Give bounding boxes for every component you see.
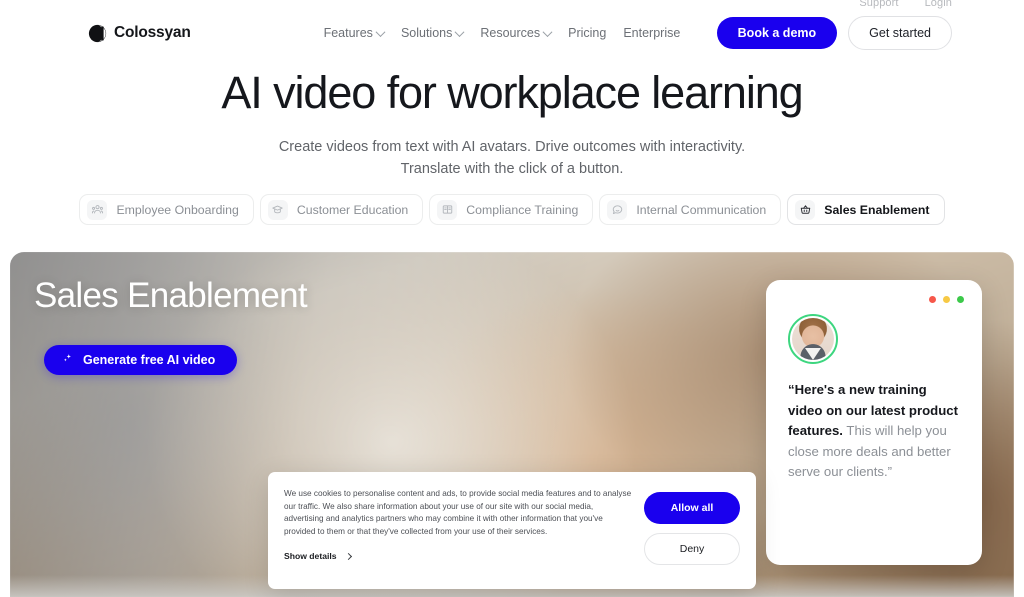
site-header: Colossyan Features Solutions Resources P…	[0, 12, 1024, 54]
nav-item-solutions[interactable]: Solutions	[400, 26, 465, 40]
chevron-down-icon	[454, 26, 465, 37]
brand-logo[interactable]: Colossyan	[88, 24, 191, 43]
nav-label: Pricing	[568, 26, 607, 40]
nav-label: Enterprise	[623, 26, 681, 40]
dot-yellow	[943, 296, 950, 303]
main-nav: Features Solutions Resources Pricing Ent…	[324, 26, 681, 40]
chevron-down-icon	[542, 26, 553, 37]
allow-all-button[interactable]: Allow all	[644, 492, 740, 524]
window-dots	[929, 296, 964, 303]
book-a-demo-button[interactable]: Book a demo	[716, 17, 838, 49]
nav-label: Solutions	[400, 26, 453, 40]
presenter-avatar-image	[792, 318, 834, 360]
page-root: Support Login Colossyan Features Solutio…	[0, 0, 1024, 597]
tab-label: Customer Education	[296, 202, 409, 217]
use-case-tabs: Employee Onboarding Customer Education C…	[0, 194, 1024, 225]
tab-compliance-training[interactable]: Compliance Training	[429, 194, 594, 225]
cookie-text-column: We use cookies to personalise content an…	[284, 488, 644, 589]
hero-subtitle-line-1: Create videos from text with AI avatars.…	[278, 139, 746, 155]
chevron-down-icon	[375, 26, 386, 37]
tab-sales-enablement[interactable]: Sales Enablement	[787, 194, 945, 225]
quote-text: “Here's a new training video on our late…	[788, 380, 960, 483]
hero-subtitle: Create videos from text with AI avatars.…	[0, 136, 1024, 180]
tab-label: Compliance Training	[466, 202, 579, 217]
hero-copy: AI video for workplace learning Create v…	[0, 64, 1024, 180]
chevron-right-icon	[344, 552, 352, 560]
brand-name: Colossyan	[114, 24, 191, 41]
nav-label: Resources	[480, 26, 541, 40]
tab-internal-communication[interactable]: Internal Communication	[599, 194, 782, 225]
cookie-consent-banner: We use cookies to personalise content an…	[268, 472, 756, 589]
colossyan-circle-logo-icon	[88, 24, 107, 43]
banner-title: Sales Enablement	[34, 276, 308, 315]
cookie-buttons: Allow all Deny	[644, 488, 740, 589]
nav-item-pricing[interactable]: Pricing	[568, 26, 606, 40]
cookie-body-text: We use cookies to personalise content an…	[284, 489, 632, 536]
hero-subtitle-line-2: Translate with the click of a button.	[400, 161, 624, 177]
tab-label: Employee Onboarding	[116, 202, 239, 217]
people-group-icon	[87, 199, 108, 220]
support-link[interactable]: Support	[859, 0, 898, 9]
avatar	[788, 314, 838, 364]
show-details-link[interactable]: Show details	[284, 551, 352, 562]
graduation-cap-icon	[267, 199, 288, 220]
header-actions: Book a demo Get started	[716, 16, 952, 50]
nav-label: Features	[323, 26, 373, 40]
generate-free-ai-video-button[interactable]: Generate free AI video	[44, 345, 238, 375]
page-title: AI video for workplace learning	[221, 67, 803, 118]
quote-card: “Here's a new training video on our late…	[766, 280, 982, 565]
dot-red	[929, 296, 936, 303]
dot-green	[957, 296, 964, 303]
cta-label: Generate free AI video	[83, 353, 216, 367]
tab-label: Internal Communication	[636, 202, 767, 217]
nav-item-resources[interactable]: Resources	[480, 26, 553, 40]
get-started-button[interactable]: Get started	[848, 16, 952, 50]
login-link[interactable]: Login	[925, 0, 952, 9]
nav-item-enterprise[interactable]: Enterprise	[623, 26, 680, 40]
show-details-label: Show details	[284, 551, 337, 562]
shopping-basket-icon	[795, 199, 816, 220]
tab-label: Sales Enablement	[824, 202, 930, 217]
tab-employee-onboarding[interactable]: Employee Onboarding	[79, 194, 254, 225]
open-book-icon	[437, 199, 458, 220]
deny-button[interactable]: Deny	[644, 533, 740, 565]
utility-bar: Support Login	[0, 0, 1024, 10]
avatar-collar	[805, 348, 821, 360]
nav-item-features[interactable]: Features	[323, 26, 386, 40]
tab-customer-education[interactable]: Customer Education	[259, 194, 424, 225]
sparkle-icon	[62, 353, 73, 367]
speech-bubble-icon	[607, 199, 628, 220]
